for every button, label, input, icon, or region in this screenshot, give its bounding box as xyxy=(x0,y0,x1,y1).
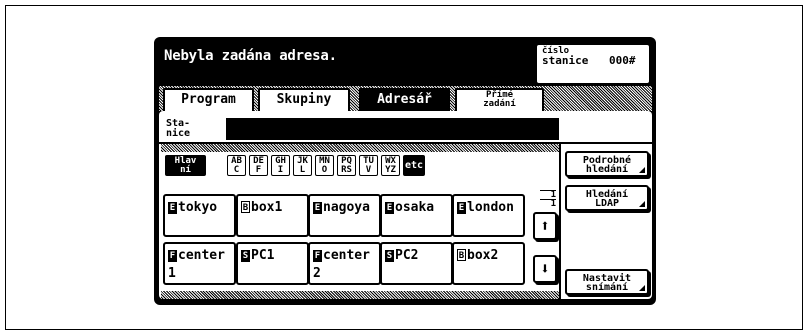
fax-icon: F xyxy=(313,250,322,262)
scroll-down-button[interactable]: ⬇ xyxy=(533,255,557,283)
memory-value: 100% xyxy=(611,70,641,84)
email-icon: E xyxy=(168,202,177,214)
tab-groups[interactable]: Skupiny xyxy=(258,88,350,111)
index-label: YZ xyxy=(385,165,396,175)
index-abc-button[interactable]: AB C xyxy=(227,155,246,176)
status-message: Nebyla zadána adresa. xyxy=(164,48,337,64)
index-label: I xyxy=(277,165,284,175)
side-label: snímání xyxy=(585,282,629,293)
index-label: RS xyxy=(341,165,352,175)
memory-indicator: Paměť 100% xyxy=(563,70,640,84)
index-ghi-button[interactable]: GH I xyxy=(271,155,290,176)
address-entry[interactable]: Elondon xyxy=(452,194,525,237)
tab-address-book[interactable]: Adresář xyxy=(359,88,450,111)
address-entry[interactable]: Fcenter 2 xyxy=(308,242,381,285)
fax-icon: F xyxy=(168,250,177,262)
side-label: LDAP xyxy=(594,198,620,209)
page-total: 1 xyxy=(540,199,556,209)
index-label: F xyxy=(255,165,262,175)
index-tuv-button[interactable]: TU V xyxy=(359,155,378,176)
detailed-search-button[interactable]: Podrobné hledání xyxy=(565,151,649,177)
box-icon: B xyxy=(457,249,466,261)
email-icon: E xyxy=(385,202,394,214)
scan-settings-button[interactable]: Nastavit snímání xyxy=(565,269,649,295)
tab-program-label: Program xyxy=(181,92,236,107)
index-label: L xyxy=(299,165,306,175)
index-mno-button[interactable]: MN O xyxy=(315,155,334,176)
address-entry[interactable]: Bbox1 xyxy=(236,194,309,237)
entry-name-line2: 1 xyxy=(168,266,176,281)
tab-address-book-label: Adresář xyxy=(377,92,432,107)
smb-icon: S xyxy=(241,250,250,262)
corner-icon xyxy=(639,285,645,291)
entry-name: center xyxy=(323,248,370,263)
index-def-button[interactable]: DE F xyxy=(249,155,268,176)
entry-name: box1 xyxy=(251,200,283,215)
address-entry[interactable]: Etokyo xyxy=(163,194,236,237)
entry-name: center xyxy=(178,248,225,263)
index-label: C xyxy=(233,165,240,175)
tab-direct-entry-label-2: zadání xyxy=(483,99,516,109)
station-input[interactable] xyxy=(226,118,559,140)
scroll-up-button[interactable]: ⬆ xyxy=(533,212,557,240)
hatch-bottom xyxy=(161,291,559,299)
entry-name: osaka xyxy=(395,200,435,215)
index-wxyz-button[interactable]: WX YZ xyxy=(381,155,400,176)
memory-label: Paměť xyxy=(563,70,600,84)
address-entry[interactable]: Bbox2 xyxy=(452,242,525,285)
arrow-down-icon: ⬇ xyxy=(540,259,550,278)
index-etc-button[interactable]: etc xyxy=(403,155,425,176)
index-label: V xyxy=(365,165,372,175)
index-main-button[interactable]: Hlav ní xyxy=(165,155,206,176)
side-label: hledání xyxy=(585,164,629,175)
address-entry[interactable]: S PC2 xyxy=(380,242,453,285)
vertical-divider xyxy=(559,144,561,299)
tab-direct-entry[interactable]: Přímé zadání xyxy=(455,88,544,111)
entry-name: box2 xyxy=(467,248,499,263)
entry-name: PC1 xyxy=(251,248,275,263)
address-entry[interactable]: S PC1 xyxy=(236,242,309,285)
address-entry[interactable]: Eosaka xyxy=(380,194,453,237)
station-field-label: Sta- nice xyxy=(166,119,190,139)
corner-icon xyxy=(639,167,645,173)
email-icon: E xyxy=(457,202,466,214)
ldap-search-button[interactable]: Hledání LDAP xyxy=(565,185,649,211)
station-label-2: stanice xyxy=(542,54,589,67)
entry-name: PC2 xyxy=(395,248,419,263)
box-icon: B xyxy=(241,201,250,213)
corner-icon xyxy=(639,201,645,207)
smb-icon: S xyxy=(385,250,394,262)
station-field-label-2: nice xyxy=(166,128,191,139)
hatch-top xyxy=(161,144,559,152)
station-value: 000# xyxy=(609,54,636,67)
entry-name: tokyo xyxy=(178,200,218,215)
index-jkl-button[interactable]: JK L xyxy=(293,155,312,176)
entry-name: nagoya xyxy=(323,200,370,215)
index-label: O xyxy=(321,165,328,175)
address-entry[interactable]: Enagoya xyxy=(308,194,381,237)
entry-name-line2: 2 xyxy=(313,266,321,281)
index-label: ní xyxy=(180,165,191,175)
address-entry[interactable]: Fcenter 1 xyxy=(163,242,236,285)
tab-groups-label: Skupiny xyxy=(276,92,332,107)
tab-program[interactable]: Program xyxy=(163,88,254,111)
entry-name: london xyxy=(467,200,514,215)
index-label: etc xyxy=(404,160,424,171)
arrow-up-icon: ⬆ xyxy=(540,216,550,235)
email-icon: E xyxy=(313,202,322,214)
index-pqrs-button[interactable]: PQ RS xyxy=(337,155,356,176)
